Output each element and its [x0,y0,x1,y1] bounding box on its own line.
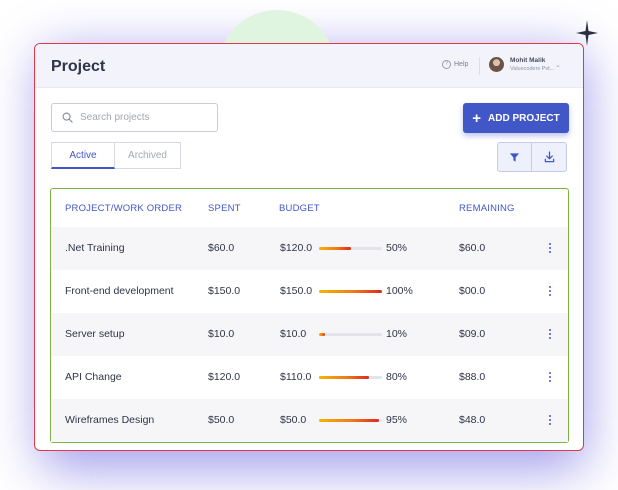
projects-table: PROJECT/WORK ORDER SPENT BUDGET REMAININ… [50,188,569,443]
budget-value: $150.0 [280,285,313,297]
help-link[interactable]: ? Help [442,60,468,69]
budget-percent: 80% [386,371,408,383]
status-tabs: Active Archived [51,142,181,169]
search-input[interactable] [80,112,210,123]
more-vertical-icon[interactable] [547,415,553,426]
user-org: Valuecoders Pvt... [510,66,555,72]
spent-value: $50.0 [208,414,235,426]
more-vertical-icon[interactable] [547,286,553,297]
more-vertical-icon[interactable] [547,243,553,254]
budget-progress-bar [319,333,382,336]
filter-icon [509,152,520,162]
table-row[interactable]: Wireframes Design $50.0 $50.0 95% $48.0 [51,399,568,442]
add-project-label: ADD PROJECT [488,112,560,124]
budget-progress-fill [319,247,351,250]
budget-value: $10.0 [280,328,307,340]
budget-percent: 100% [386,285,413,297]
table-row[interactable]: Server setup $10.0 $10.0 10% $09.0 [51,313,568,356]
budget-progress-bar [319,376,382,379]
spent-value: $120.0 [208,371,241,383]
budget-value: $110.0 [280,371,312,383]
help-label: Help [454,61,469,68]
table-row[interactable]: Front-end development $150.0 $150.0 100% $00… [51,270,568,313]
header-bar: Project ? Help Mohit Malik Valuecoders P… [35,44,583,88]
remaining-value: $09.0 [459,328,486,340]
remaining-value: $48.0 [459,414,486,426]
spent-value: $150.0 [208,285,241,297]
remaining-value: $00.0 [459,285,486,297]
project-panel: Project ? Help Mohit Malik Valuecoders P… [34,43,584,451]
more-vertical-icon[interactable] [547,329,553,340]
budget-percent: 10% [386,328,408,340]
download-icon [544,151,554,163]
project-name: .Net Training [65,242,125,254]
project-name: Wireframes Design [65,414,155,426]
budget-progress-fill [319,376,370,379]
remaining-value: $60.0 [459,242,486,254]
remaining-value: $88.0 [459,371,486,383]
avatar[interactable] [489,57,504,72]
budget-progress-fill [319,333,326,336]
budget-progress-bar [319,419,382,422]
budget-progress-fill [319,290,382,293]
more-vertical-icon[interactable] [547,372,553,383]
table-row[interactable]: .Net Training $60.0 $120.0 50% $60.0 [51,227,568,270]
table-row[interactable]: API Change $120.0 $110.0 80% $88.0 [51,356,568,399]
project-name: Server setup [65,328,125,340]
budget-progress-fill [319,419,379,422]
tab-active[interactable]: Active [51,142,115,169]
page-title: Project [51,58,106,75]
table-header: PROJECT/WORK ORDER SPENT BUDGET REMAININ… [51,189,568,227]
spent-value: $10.0 [208,328,235,340]
user-name[interactable]: Mohit Malik [510,57,545,64]
project-name: Front-end development [65,285,174,297]
tab-archived[interactable]: Archived [115,142,181,169]
search-box[interactable] [51,103,218,132]
column-header-spent[interactable]: SPENT [208,203,241,214]
download-button[interactable] [532,142,567,172]
column-header-budget[interactable]: BUDGET [279,203,320,214]
header-divider [479,57,480,75]
column-header-remaining[interactable]: REMAINING [459,203,515,214]
budget-progress-bar [319,290,382,293]
plus-icon: + [472,109,482,127]
search-icon [62,112,73,123]
budget-percent: 50% [386,242,408,254]
help-icon: ? [442,60,451,69]
project-name: API Change [65,371,122,383]
chevron-down-icon[interactable]: ⌄ [555,61,561,69]
budget-value: $120.0 [280,242,313,254]
filter-button[interactable] [497,142,532,172]
budget-percent: 95% [386,414,408,426]
budget-progress-bar [319,247,382,250]
budget-value: $50.0 [280,414,307,426]
column-header-project[interactable]: PROJECT/WORK ORDER [65,203,182,214]
add-project-button[interactable]: + ADD PROJECT [463,103,569,133]
spent-value: $60.0 [208,242,235,254]
